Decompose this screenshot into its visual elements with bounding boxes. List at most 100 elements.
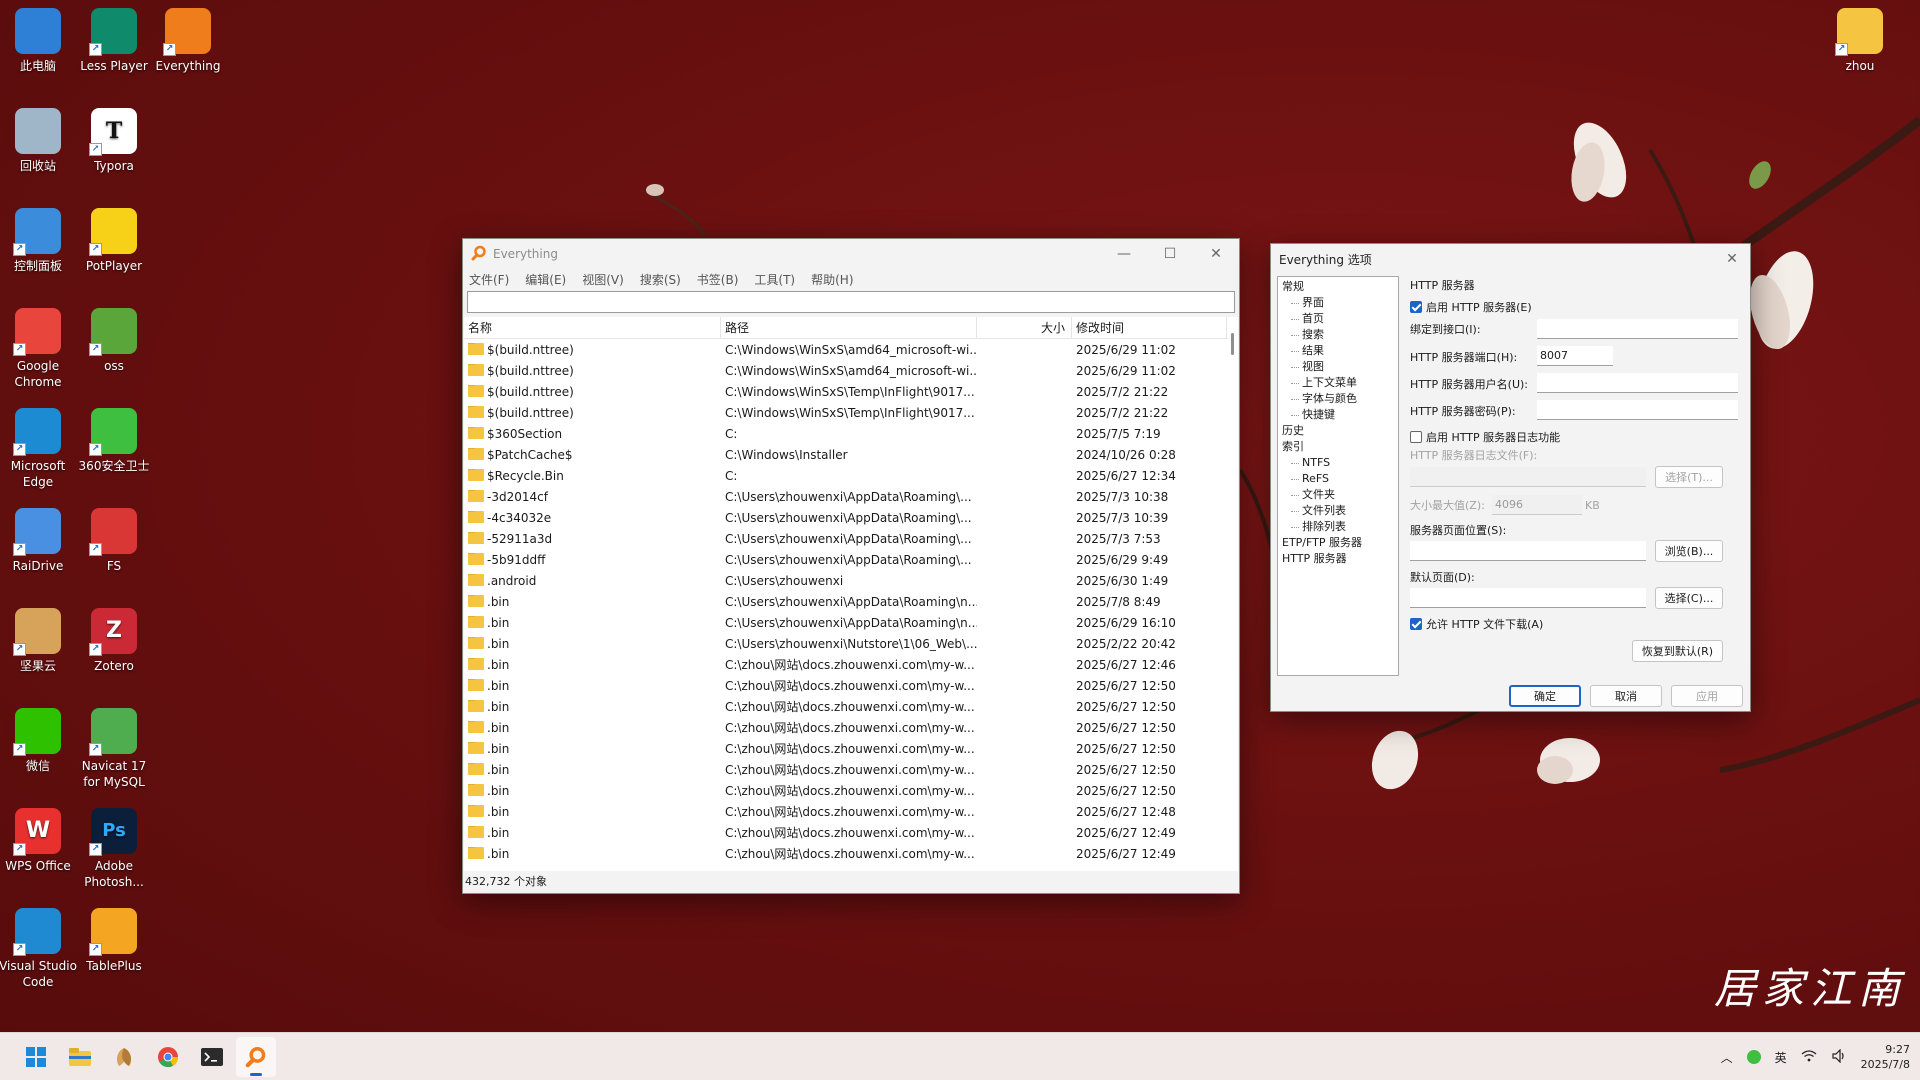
desktop-icon-13[interactable]: ↗ FS [74,508,154,598]
volume-icon[interactable] [1831,1048,1847,1066]
options-titlebar[interactable]: Everything 选项 ✕ [1271,244,1750,274]
360-tray-icon[interactable] [1746,1050,1761,1064]
table-row[interactable]: .bin C:\Users\zhouwenxi\Nutstore\1\06_Web… [464,633,1238,654]
table-row[interactable]: .bin C:\zhou\网站\docs.zhouwenxi.com\my-w..… [464,822,1238,843]
tree-item-view[interactable]: 视图 [1282,359,1394,375]
file-explorer-icon[interactable] [60,1037,100,1077]
table-row[interactable]: .bin C:\zhou\网站\docs.zhouwenxi.com\my-w..… [464,801,1238,822]
desktop-icon-4[interactable]: 回收站 [0,108,78,198]
table-row[interactable]: -52911a3d C:\Users\zhouwenxi\AppData\Roam… [464,528,1238,549]
maximize-icon[interactable]: ☐ [1147,239,1193,269]
results-list[interactable]: 名称 路径 大小 修改时间 $(build.nttree) C:\Windows\… [464,317,1238,871]
ime-indicator[interactable]: 英 [1775,1049,1787,1066]
desktop-icon-15[interactable]: Z ↗ Zotero [74,608,154,698]
ok-button[interactable]: 确定 [1509,685,1581,707]
clock[interactable]: 9:27 2025/7/8 [1861,1042,1910,1072]
desktop-icon-11[interactable]: ↗ 360安全卫士 [74,408,154,498]
vertical-scrollbar[interactable] [1228,317,1238,871]
tree-item-fonts-colors[interactable]: 字体与颜色 [1282,391,1394,407]
restore-defaults-button[interactable]: 恢复到默认(R) [1632,640,1723,662]
desktop-icon-3[interactable]: ↗ Everything [148,8,228,98]
table-row[interactable]: $(build.nttree) C:\Windows\WinSxS\amd64_m… [464,360,1238,381]
table-row[interactable]: $(build.nttree) C:\Windows\WinSxS\Temp\In… [464,402,1238,423]
table-row[interactable]: .bin C:\zhou\网站\docs.zhouwenxi.com\my-w..… [464,717,1238,738]
table-row[interactable]: .bin C:\zhou\网站\docs.zhouwenxi.com\my-w..… [464,675,1238,696]
browse-button[interactable]: 浏览(B)... [1655,540,1723,562]
table-row[interactable]: $PatchCache$ C:\Windows\Installer 2024/10/… [464,444,1238,465]
column-name[interactable]: 名称 [464,317,721,339]
tree-item-refs[interactable]: ReFS [1282,471,1394,487]
table-row[interactable]: .bin C:\Users\zhouwenxi\AppData\Roaming\n… [464,591,1238,612]
column-date[interactable]: 修改时间 [1072,317,1227,339]
start-icon[interactable] [16,1037,56,1077]
options-dialog[interactable]: Everything 选项 ✕ 常规 界面 首页 搜索 结果 视图 上下文菜单 … [1270,243,1751,712]
table-row[interactable]: .bin C:\zhou\网站\docs.zhouwenxi.com\my-w..… [464,738,1238,759]
tree-item-ui[interactable]: 界面 [1282,295,1394,311]
desktop-icon-8[interactable]: ↗ Google Chrome [0,308,78,398]
table-row[interactable]: .bin C:\zhou\网站\docs.zhouwenxi.com\my-w..… [464,780,1238,801]
username-field[interactable] [1537,373,1738,393]
desktop-icon-19[interactable]: Ps ↗ Adobe Photosh... [74,808,154,898]
bind-interface-field[interactable] [1537,319,1738,339]
desktop-icon-12[interactable]: ↗ RaiDrive [0,508,78,598]
scrollbar-thumb[interactable] [1231,333,1234,355]
cancel-button[interactable]: 取消 [1590,685,1662,707]
options-tree[interactable]: 常规 界面 首页 搜索 结果 视图 上下文菜单 字体与颜色 快捷键 历史 索引 … [1277,276,1399,676]
maxsize-field[interactable]: 4096 [1492,495,1582,515]
tree-item-etp-ftp[interactable]: ETP/FTP 服务器 [1282,535,1394,551]
menu-tools[interactable]: 工具(T) [754,271,795,288]
desktop-icon-10[interactable]: ↗ Microsoft Edge [0,408,78,498]
table-row[interactable]: $Recycle.Bin C: 2025/6/27 12:34 [464,465,1238,486]
column-path[interactable]: 路径 [721,317,977,339]
desktop-icon-2[interactable]: ↗ Less Player [74,8,154,98]
table-row[interactable]: .bin C:\zhou\网站\docs.zhouwenxi.com\my-w..… [464,759,1238,780]
chevron-up-icon[interactable]: ︿ [1721,1049,1733,1066]
table-row[interactable]: .bin C:\zhou\网站\docs.zhouwenxi.com\my-w..… [464,654,1238,675]
table-row[interactable]: -4c34032e C:\Users\zhouwenxi\AppData\Roam… [464,507,1238,528]
menu-file[interactable]: 文件(F) [469,271,509,288]
default-page-field[interactable] [1410,588,1646,608]
allow-download-checkbox[interactable] [1410,618,1422,630]
port-field[interactable]: 8007 [1537,346,1613,366]
terminal-icon[interactable] [192,1037,232,1077]
tree-item-results[interactable]: 结果 [1282,343,1394,359]
table-row[interactable]: -3d2014cf C:\Users\zhouwenxi\AppData\Roam… [464,486,1238,507]
tree-item-index[interactable]: 索引 [1282,439,1394,455]
tree-item-shortcuts[interactable]: 快捷键 [1282,407,1394,423]
search-input[interactable] [467,291,1235,313]
tree-item-general[interactable]: 常规 [1282,279,1394,295]
table-row[interactable]: .bin C:\Users\zhouwenxi\AppData\Roaming\n… [464,612,1238,633]
allow-download-row[interactable]: 允许 HTTP 文件下载(A) [1405,613,1744,635]
desktop-icon-21[interactable]: ↗ TablePlus [74,908,154,998]
menu-edit[interactable]: 编辑(E) [525,271,566,288]
table-row[interactable]: -5b91ddff C:\Users\zhouwenxi\AppData\Roam… [464,549,1238,570]
table-row[interactable]: .bin C:\zhou\网站\docs.zhouwenxi.com\my-w..… [464,843,1238,864]
menu-bookmarks[interactable]: 书签(B) [697,271,739,288]
jianguoyun-icon[interactable] [104,1037,144,1077]
table-row[interactable]: .android C:\Users\zhouwenxi 2025/6/30 1:49 [464,570,1238,591]
select-logfile-button[interactable]: 选择(T)... [1655,466,1723,488]
desktop-icon-16[interactable]: ↗ 微信 [0,708,78,798]
apply-button[interactable]: 应用 [1671,685,1743,707]
table-row[interactable]: $(build.nttree) C:\Windows\WinSxS\amd64_m… [464,339,1238,360]
everything-window[interactable]: Everything — ☐ ✕ 文件(F) 编辑(E) 视图(V) 搜索(S)… [462,238,1240,894]
enable-http-checkbox[interactable] [1410,301,1422,313]
menu-help[interactable]: 帮助(H) [811,271,853,288]
tree-item-folders[interactable]: 文件夹 [1282,487,1394,503]
password-field[interactable] [1537,400,1738,420]
tree-item-context-menu[interactable]: 上下文菜单 [1282,375,1394,391]
enable-log-checkbox[interactable] [1410,431,1422,443]
tree-item-history[interactable]: 历史 [1282,423,1394,439]
desktop-icon-9[interactable]: ↗ oss [74,308,154,398]
desktop-icon-5[interactable]: T ↗ Typora [74,108,154,198]
tree-item-exclude[interactable]: 排除列表 [1282,519,1394,535]
column-size[interactable]: 大小 [977,317,1072,339]
menu-search[interactable]: 搜索(S) [640,271,681,288]
chrome-icon[interactable] [148,1037,188,1077]
desktop-icon-22[interactable]: ↗ zhou [1820,8,1900,98]
tree-item-file-lists[interactable]: 文件列表 [1282,503,1394,519]
desktop-icon-17[interactable]: ↗ Navicat 17 for MySQL [74,708,154,798]
close-icon[interactable]: ✕ [1714,244,1750,274]
everything-icon[interactable] [236,1036,276,1077]
menu-view[interactable]: 视图(V) [582,271,624,288]
